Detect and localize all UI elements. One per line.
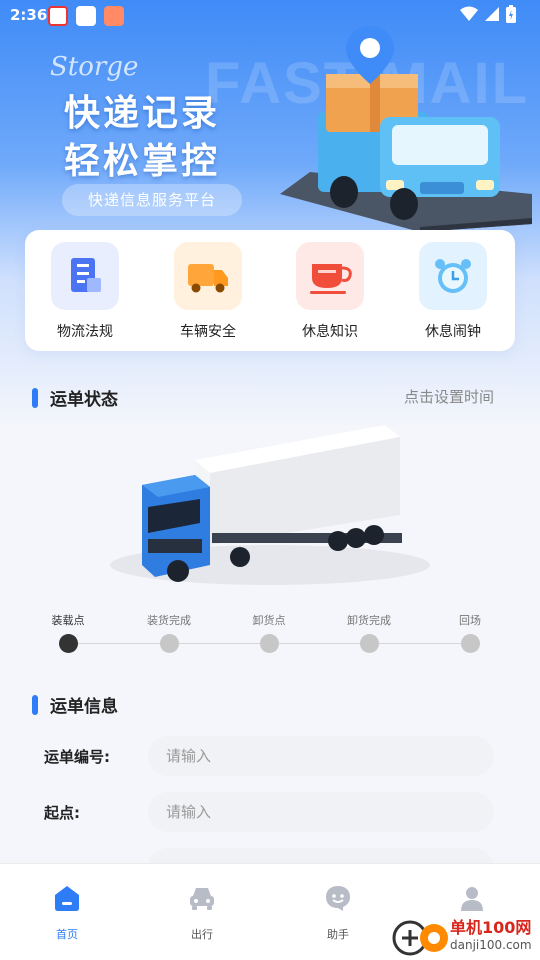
status-indicators xyxy=(460,5,516,23)
truck-icon xyxy=(188,264,228,293)
section-title: 运单信息 xyxy=(50,697,118,717)
quick-action-icon-box xyxy=(419,242,487,310)
quick-action-rest-knowledge[interactable]: 休息知识 xyxy=(285,242,375,341)
step-label: 装货完成 xyxy=(147,614,191,627)
hero-headline-2: 轻松掌控 xyxy=(64,141,221,182)
status-time: 2:36 xyxy=(10,6,48,24)
notification-app-icon xyxy=(104,6,124,26)
tab-label: 首页 xyxy=(56,928,78,941)
step-loading-complete[interactable]: 装货完成 xyxy=(129,612,209,653)
step-dot xyxy=(359,634,379,653)
waybill-number-row: 运单编号: xyxy=(44,736,504,776)
tab-label: 出行 xyxy=(191,928,213,941)
waybill-progress-steps: 装载点 装货完成 卸货点 卸货完成 回场 xyxy=(0,612,540,662)
home-icon xyxy=(55,886,79,911)
tab-label: 助手 xyxy=(327,928,349,941)
quick-action-icon-box xyxy=(51,242,119,310)
waybill-number-input[interactable] xyxy=(148,736,494,776)
car-icon xyxy=(190,888,214,910)
tab-travel[interactable]: 出行 xyxy=(162,884,242,942)
quick-actions-card: 物流法规 车辆安全 休息知识 休息闹钟 xyxy=(25,230,515,351)
quick-action-rest-alarm[interactable]: 休息闹钟 xyxy=(408,242,498,341)
notification-app-icon xyxy=(76,6,96,26)
section-accent-bar xyxy=(32,387,38,408)
alarm-clock-icon xyxy=(435,259,471,293)
step-loading-point[interactable]: 装载点 xyxy=(28,612,108,653)
watermark: 单机100网 danji100.com xyxy=(392,906,540,960)
step-label: 装载点 xyxy=(51,614,85,627)
step-dot xyxy=(460,634,480,653)
step-label: 回场 xyxy=(459,614,481,627)
quick-action-label: 物流法规 xyxy=(57,324,113,340)
waybill-info-header: 运单信息 xyxy=(32,692,118,717)
quick-action-icon-box xyxy=(296,242,364,310)
hero-headline-1: 快递记录 xyxy=(64,93,221,134)
quick-action-label: 休息闹钟 xyxy=(425,324,481,340)
step-unloading-point[interactable]: 卸货点 xyxy=(229,612,309,653)
waybill-status-header: 运单状态 xyxy=(32,385,118,410)
step-dot xyxy=(159,634,179,653)
tab-assistant[interactable]: 助手 xyxy=(298,884,378,942)
quick-action-regulations[interactable]: 物流法规 xyxy=(40,242,130,341)
box-truck-illustration xyxy=(110,425,430,585)
tab-home[interactable]: 首页 xyxy=(27,884,107,942)
delivery-truck-illustration xyxy=(280,26,532,232)
section-accent-bar xyxy=(32,694,38,715)
origin-row: 起点: xyxy=(44,792,504,832)
origin-input[interactable] xyxy=(148,792,494,832)
step-dot xyxy=(259,634,279,653)
step-dot xyxy=(58,634,78,653)
quick-action-label: 车辆安全 xyxy=(180,324,236,340)
watermark-logo-icon xyxy=(392,920,448,956)
wifi-icon xyxy=(460,6,478,21)
battery-icon xyxy=(506,5,516,23)
field-label: 起点: xyxy=(44,804,80,822)
step-label: 卸货点 xyxy=(252,614,286,627)
quick-action-icon-box xyxy=(174,242,242,310)
watermark-name: 单机100网 xyxy=(450,918,532,937)
set-time-link[interactable]: 点击设置时间 xyxy=(404,386,494,407)
quick-action-label: 休息知识 xyxy=(302,324,358,340)
signal-icon xyxy=(485,7,499,21)
hero-script-word: Storge xyxy=(50,52,139,82)
step-return[interactable]: 回场 xyxy=(430,612,510,653)
step-unloading-complete[interactable]: 卸货完成 xyxy=(329,612,409,653)
cup-icon xyxy=(310,264,352,294)
document-icon xyxy=(71,258,101,292)
hero-subtitle-pill: 快递信息服务平台 xyxy=(62,184,242,216)
watermark-url: danji100.com xyxy=(450,938,532,952)
quick-action-vehicle-safety[interactable]: 车辆安全 xyxy=(163,242,253,341)
section-title: 运单状态 xyxy=(50,390,118,410)
field-label: 运单编号: xyxy=(44,748,110,766)
notification-app-icon xyxy=(48,6,68,26)
step-label: 卸货完成 xyxy=(347,614,391,627)
assistant-icon xyxy=(326,886,350,911)
